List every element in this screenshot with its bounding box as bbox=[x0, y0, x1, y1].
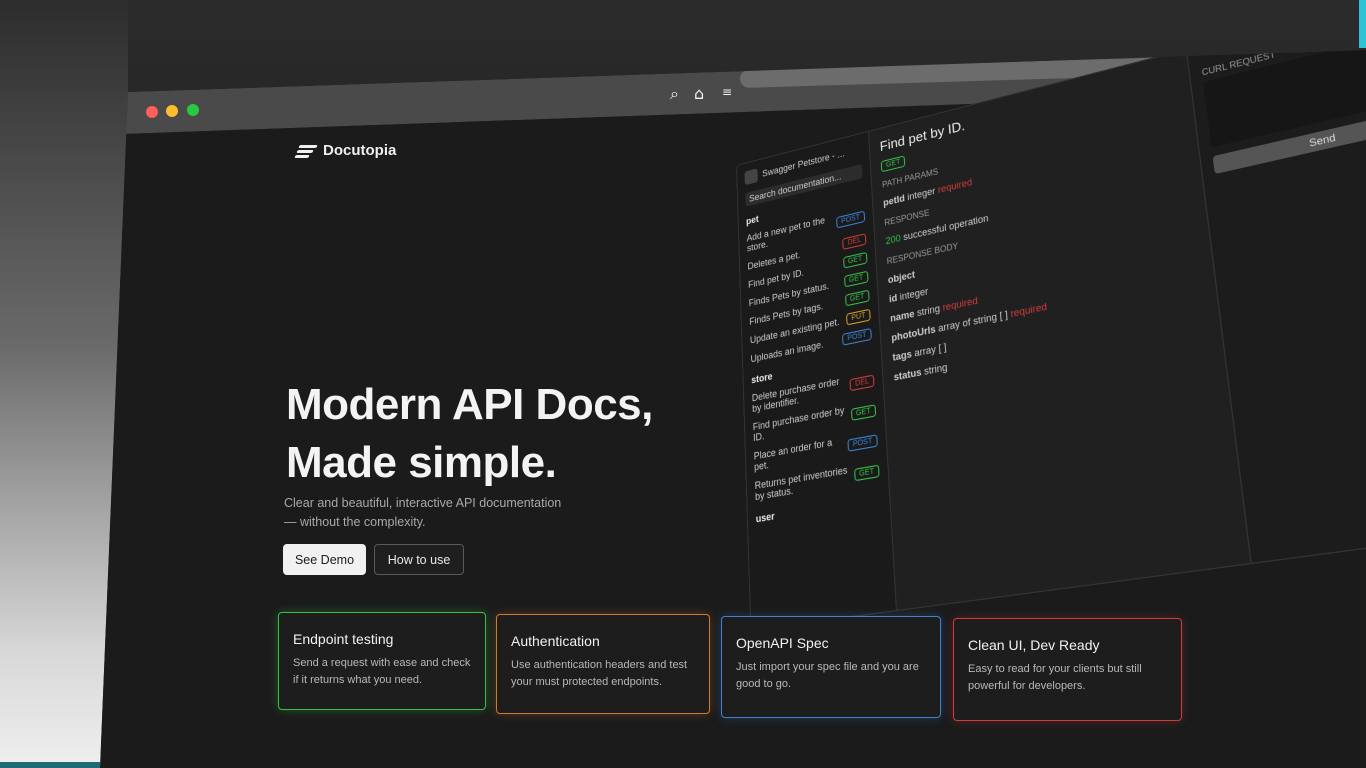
feature-card-authentication: Authentication Use authentication header… bbox=[496, 614, 710, 714]
preview-method-tag: DEL bbox=[849, 373, 875, 391]
feature-desc: Easy to read for your clients but still … bbox=[968, 663, 1142, 692]
hero-title-line1: Modern API Docs, bbox=[286, 380, 653, 429]
feature-title: OpenAPI Spec bbox=[736, 635, 829, 651]
home-icon[interactable]: ⌂ bbox=[694, 84, 704, 103]
preview-method-badge: GET bbox=[880, 155, 906, 173]
preview-method-tag: GET bbox=[842, 251, 868, 269]
preview-method-tag: GET bbox=[850, 403, 877, 421]
brand-logo[interactable]: Docutopia bbox=[294, 142, 397, 159]
feature-desc: Just import your spec file and you are g… bbox=[736, 661, 919, 690]
feature-card-clean-ui: Clean UI, Dev Ready Easy to read for you… bbox=[953, 618, 1182, 721]
preview-method-tag: POST bbox=[841, 327, 872, 346]
accent-bottom bbox=[0, 762, 100, 768]
window-minimize-button[interactable] bbox=[166, 105, 178, 117]
feature-title: Endpoint testing bbox=[293, 631, 394, 647]
hero-subtitle: Clear and beautiful, interactive API doc… bbox=[284, 494, 574, 532]
hero-subtitle-line1: Clear and beautiful, interactive API doc… bbox=[284, 496, 562, 510]
site-settings-icon[interactable]: ≡ bbox=[722, 85, 732, 99]
preview-method-tag: GET bbox=[853, 464, 880, 481]
docutopia-logo-icon bbox=[294, 143, 318, 159]
feature-desc: Use authentication headers and test your… bbox=[511, 659, 688, 688]
preview-main: Find pet by ID. GET PATH PARAMS petId in… bbox=[869, 50, 1251, 610]
preview-method-tag: GET bbox=[843, 270, 869, 288]
brand-name: Docutopia bbox=[323, 142, 397, 159]
feature-desc: Send a request with ease and check if it… bbox=[293, 657, 471, 686]
how-to-use-button[interactable]: How to use bbox=[374, 544, 464, 575]
preview-method-tag: DEL bbox=[842, 233, 867, 250]
app-icon bbox=[744, 168, 758, 186]
window-maximize-button[interactable] bbox=[187, 104, 199, 116]
feature-card-endpoint-testing: Endpoint testing Send a request with eas… bbox=[278, 612, 486, 710]
hero-subtitle-line2: — without the complexity. bbox=[284, 515, 426, 529]
accent-bar bbox=[1359, 0, 1366, 48]
see-demo-button[interactable]: See Demo bbox=[283, 544, 366, 575]
feature-title: Clean UI, Dev Ready bbox=[968, 637, 1100, 653]
browser-window: ⌕ ⌂ ≡ Docutopia Swagger Petstore - ... S… bbox=[100, 50, 1366, 768]
feature-card-openapi-spec: OpenAPI Spec Just import your spec file … bbox=[721, 616, 941, 718]
preview-method-tag: POST bbox=[847, 433, 878, 452]
preview-method-tag: POST bbox=[836, 210, 866, 229]
preview-method-tag: PUT bbox=[846, 308, 871, 326]
search-icon[interactable]: ⌕ bbox=[670, 84, 679, 104]
hero-title-line2: Made simple. bbox=[286, 438, 557, 487]
hero-title: Modern API Docs, Made simple. bbox=[286, 376, 706, 492]
feature-title: Authentication bbox=[511, 633, 600, 649]
preview-method-tag: GET bbox=[844, 289, 870, 307]
window-close-button[interactable] bbox=[146, 106, 158, 118]
